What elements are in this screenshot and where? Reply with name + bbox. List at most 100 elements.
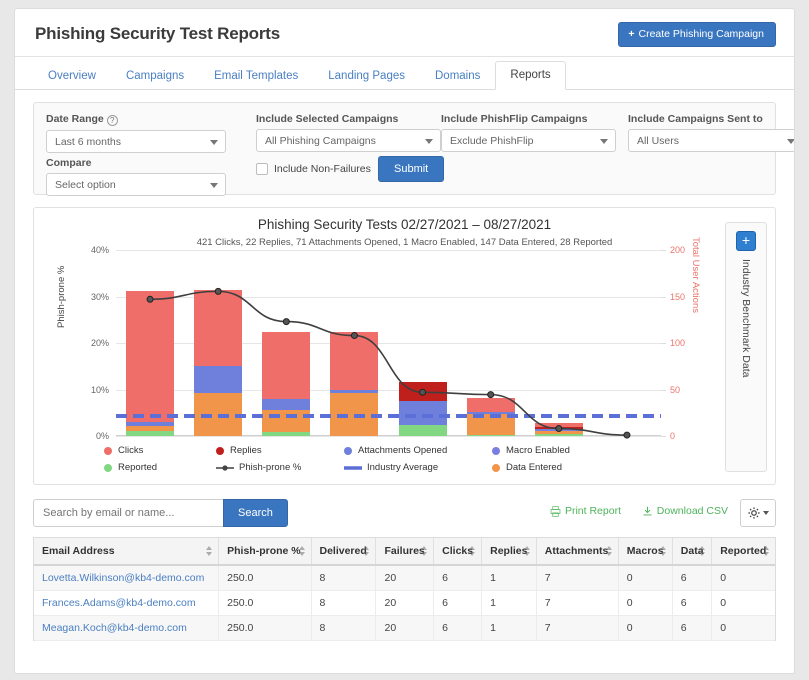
table-header-label: Replies <box>490 545 528 557</box>
sort-icon[interactable] <box>298 546 306 556</box>
date-range-group: Date Range? Last 6 months <box>46 113 226 153</box>
tab-campaigns[interactable]: Campaigns <box>111 62 199 90</box>
legend-item[interactable]: Industry Average <box>344 459 492 476</box>
legend-line-icon <box>216 464 234 472</box>
table-header-cell[interactable]: Data <box>672 538 713 566</box>
sort-icon[interactable] <box>469 546 476 556</box>
table-header-cell[interactable]: Failures <box>375 538 435 566</box>
y-axis-tick: 40% <box>90 245 109 255</box>
table-cell: 6 <box>433 590 483 616</box>
legend-item[interactable]: Macro Enabled <box>492 442 610 459</box>
email-link[interactable]: Meagan.Koch@kb4-demo.com <box>42 622 187 634</box>
include-non-failures-checkbox[interactable] <box>256 163 268 175</box>
legend-dot-icon <box>104 463 112 472</box>
legend-dash-icon <box>344 464 362 472</box>
sent-to-label: Include Campaigns Sent to <box>628 113 763 125</box>
search-toolbar: Search Print Report Download CSV <box>33 499 776 527</box>
legend-item[interactable]: Replies <box>216 442 344 459</box>
phishflip-label: Include PhishFlip Campaigns <box>441 113 588 125</box>
table-header-label: Delivered <box>319 545 367 557</box>
legend-dot-icon <box>216 446 224 455</box>
chevron-down-icon <box>210 139 218 145</box>
table-header-cell[interactable]: Replies <box>481 538 537 566</box>
tab-overview[interactable]: Overview <box>33 62 111 90</box>
tab-email-templates[interactable]: Email Templates <box>199 62 313 90</box>
email-link[interactable]: Lovetta.Wilkinson@kb4-demo.com <box>42 572 204 584</box>
table-cell: 250.0 <box>218 565 312 591</box>
table-header-cell[interactable]: Email Address <box>34 538 220 566</box>
sort-icon[interactable] <box>206 546 213 556</box>
compare-value: Select option <box>55 178 116 191</box>
plus-icon[interactable] <box>736 230 756 251</box>
sort-icon[interactable] <box>763 546 770 556</box>
legend-dot-icon <box>104 446 112 455</box>
legend-item[interactable]: Clicks <box>104 442 216 459</box>
legend-item[interactable]: Attachments Opened <box>344 442 492 459</box>
phishflip-group: Include PhishFlip Campaigns Exclude Phis… <box>441 113 616 152</box>
y2-tick-mark <box>661 250 666 251</box>
results-table: Email Address Phish-prone % Delivered Failu… <box>34 538 775 641</box>
tab-landing-pages[interactable]: Landing Pages <box>313 62 420 90</box>
chart-subtitle: 421 Clicks, 22 Replies, 71 Attachments O… <box>196 237 613 248</box>
table-cell: 6 <box>433 565 483 591</box>
legend-item[interactable]: Phish-prone % <box>216 459 344 476</box>
legend-label: Clicks <box>118 445 144 456</box>
filter-panel: Date Range? Last 6 months Compare Select… <box>33 102 794 196</box>
table-header-cell[interactable]: Clicks <box>433 538 483 566</box>
sort-icon[interactable] <box>605 546 613 556</box>
selected-campaigns-value: All Phishing Campaigns <box>265 134 376 147</box>
phishflip-select[interactable]: Exclude PhishFlip <box>441 129 616 152</box>
table-body: Lovetta.Wilkinson@kb4-demo.com 250.0 8 20 6 1… <box>34 565 775 641</box>
selected-campaigns-label: Include Selected Campaigns <box>256 113 399 125</box>
table-header-cell[interactable]: Reported <box>711 538 775 566</box>
search-input[interactable] <box>33 499 223 527</box>
tab-label: Landing Pages <box>328 70 405 82</box>
chevron-down-icon <box>787 138 794 144</box>
table-cell: 1 <box>481 615 537 641</box>
sort-icon[interactable] <box>523 546 531 556</box>
legend-item[interactable]: Reported <box>104 459 216 476</box>
table-header-row: Email Address Phish-prone % Delivered Failu… <box>34 538 775 566</box>
table-cell: 7 <box>536 590 619 616</box>
email-link[interactable]: Frances.Adams@kb4-demo.com <box>42 597 196 609</box>
sort-icon[interactable] <box>659 546 667 556</box>
table-header-cell[interactable]: Delivered <box>311 538 377 566</box>
table-header-label: Reported <box>720 545 767 557</box>
selected-campaigns-select[interactable]: All Phishing Campaigns <box>256 129 441 152</box>
legend-label: Attachments Opened <box>358 445 448 456</box>
gridline <box>116 436 661 437</box>
submit-button[interactable]: Submit <box>378 156 445 182</box>
download-csv-link[interactable]: Download CSV <box>642 505 728 517</box>
table-header-cell[interactable]: Macros <box>618 538 673 566</box>
sort-icon[interactable] <box>699 546 706 556</box>
table-row: Meagan.Koch@kb4-demo.com 250.0 8 20 6 1 7 0 6 0 <box>34 615 775 641</box>
y-axis-tick: 20% <box>90 338 109 348</box>
print-report-link[interactable]: Print Report <box>550 505 621 517</box>
settings-dropdown-button[interactable] <box>740 499 776 527</box>
tab-label: Overview <box>48 70 96 82</box>
y2-tick-mark <box>661 436 666 437</box>
chart-card: Phishing Security Tests 02/27/2021 – 08/… <box>33 207 776 485</box>
table-header-cell[interactable]: Phish-prone % <box>218 538 312 566</box>
sent-to-select[interactable]: All Users <box>628 129 794 152</box>
tab-reports[interactable]: Reports <box>495 61 566 90</box>
compare-group: Compare Select option <box>46 157 226 196</box>
create-phishing-campaign-button[interactable]: + Create Phishing Campaign <box>618 22 776 47</box>
table-header-cell[interactable]: Attachments <box>536 538 619 566</box>
legend-label: Data Entered <box>506 462 562 473</box>
table-header-label: Email Address <box>42 545 115 557</box>
table-cell: 7 <box>536 615 619 641</box>
sort-icon[interactable] <box>363 546 370 556</box>
sort-icon[interactable] <box>421 546 428 556</box>
table-cell: 0 <box>618 590 673 616</box>
help-icon[interactable]: ? <box>106 115 118 126</box>
table-cell: 20 <box>375 615 435 641</box>
legend-item[interactable]: Data Entered <box>492 459 610 476</box>
date-range-select[interactable]: Last 6 months <box>46 130 226 153</box>
search-button[interactable]: Search <box>223 499 288 527</box>
y-axis-tick: 0% <box>95 431 109 441</box>
date-range-value: Last 6 months <box>55 135 121 148</box>
industry-benchmark-panel[interactable]: Industry Benchmark Data <box>725 222 767 472</box>
compare-select[interactable]: Select option <box>46 173 226 196</box>
tab-domains[interactable]: Domains <box>420 62 495 90</box>
